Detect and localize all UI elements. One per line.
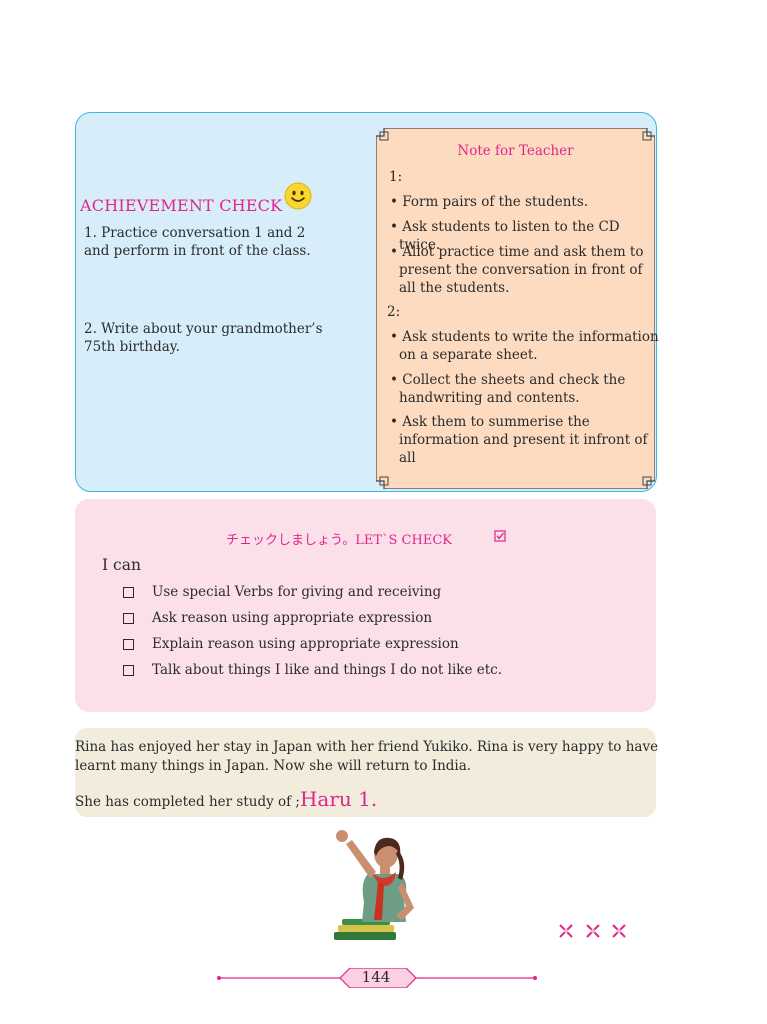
achievement-item-2: 2. Write about your grandmother’s 75th b… [84, 321, 323, 355]
checkbox-checked-icon [494, 530, 506, 542]
check-item: Ask reason using appropriate expression [123, 608, 643, 628]
decorative-cross-icon [559, 924, 573, 938]
note-section-1-label: 1: [389, 169, 403, 185]
checkbox-icon[interactable] [123, 586, 134, 598]
decorative-cross-icon [612, 924, 626, 938]
page-number: 144 [361, 968, 391, 986]
checkbox-icon[interactable] [123, 638, 134, 650]
check-item-label: Explain reason using appropriate express… [152, 636, 459, 652]
note-bullet-1: • Form pairs of the students. [390, 194, 589, 210]
check-item: Talk about things I like and things I do… [123, 660, 643, 680]
achievement-item-1: 1. Practice conversation 1 and 2 and per… [84, 225, 311, 259]
decorative-cross-icon [586, 924, 600, 938]
completed-prefix: She has completed her study of ; [75, 794, 300, 810]
smiley-icon [284, 182, 312, 210]
check-item-label: Use special Verbs for giving and receivi… [152, 584, 442, 600]
note-section-2-label: 2: [387, 304, 401, 320]
note-bullet-3: • Allot practice time and ask them to pr… [390, 244, 644, 296]
checkbox-icon[interactable] [123, 612, 134, 624]
check-item: Use special Verbs for giving and receivi… [123, 582, 643, 602]
note-bullet-6: • Ask them to summerise the information … [390, 414, 648, 466]
checkbox-icon[interactable] [123, 664, 134, 676]
check-item: Explain reason using appropriate express… [123, 634, 643, 654]
lets-check-title: チェックしましょう。LET`S CHECK [226, 533, 452, 548]
check-item-label: Ask reason using appropriate expression [152, 610, 433, 626]
completed-line: She has completed her study of ;Haru 1. [75, 787, 377, 811]
achievement-check-title: ACHIEVEMENT CHECK [80, 196, 283, 215]
completed-title: Haru 1. [299, 787, 378, 811]
note-for-teacher-title: Note for Teacher [457, 143, 574, 159]
story-text: Rina has enjoyed her stay in Japan with … [75, 739, 659, 774]
girl-cheering-illustration [334, 830, 414, 940]
note-bullet-4: • Ask students to write the information … [390, 329, 659, 363]
i-can-label: I can [102, 556, 141, 574]
note-bullet-5: • Collect the sheets and check the handw… [390, 372, 626, 406]
check-item-label: Talk about things I like and things I do… [152, 662, 502, 678]
